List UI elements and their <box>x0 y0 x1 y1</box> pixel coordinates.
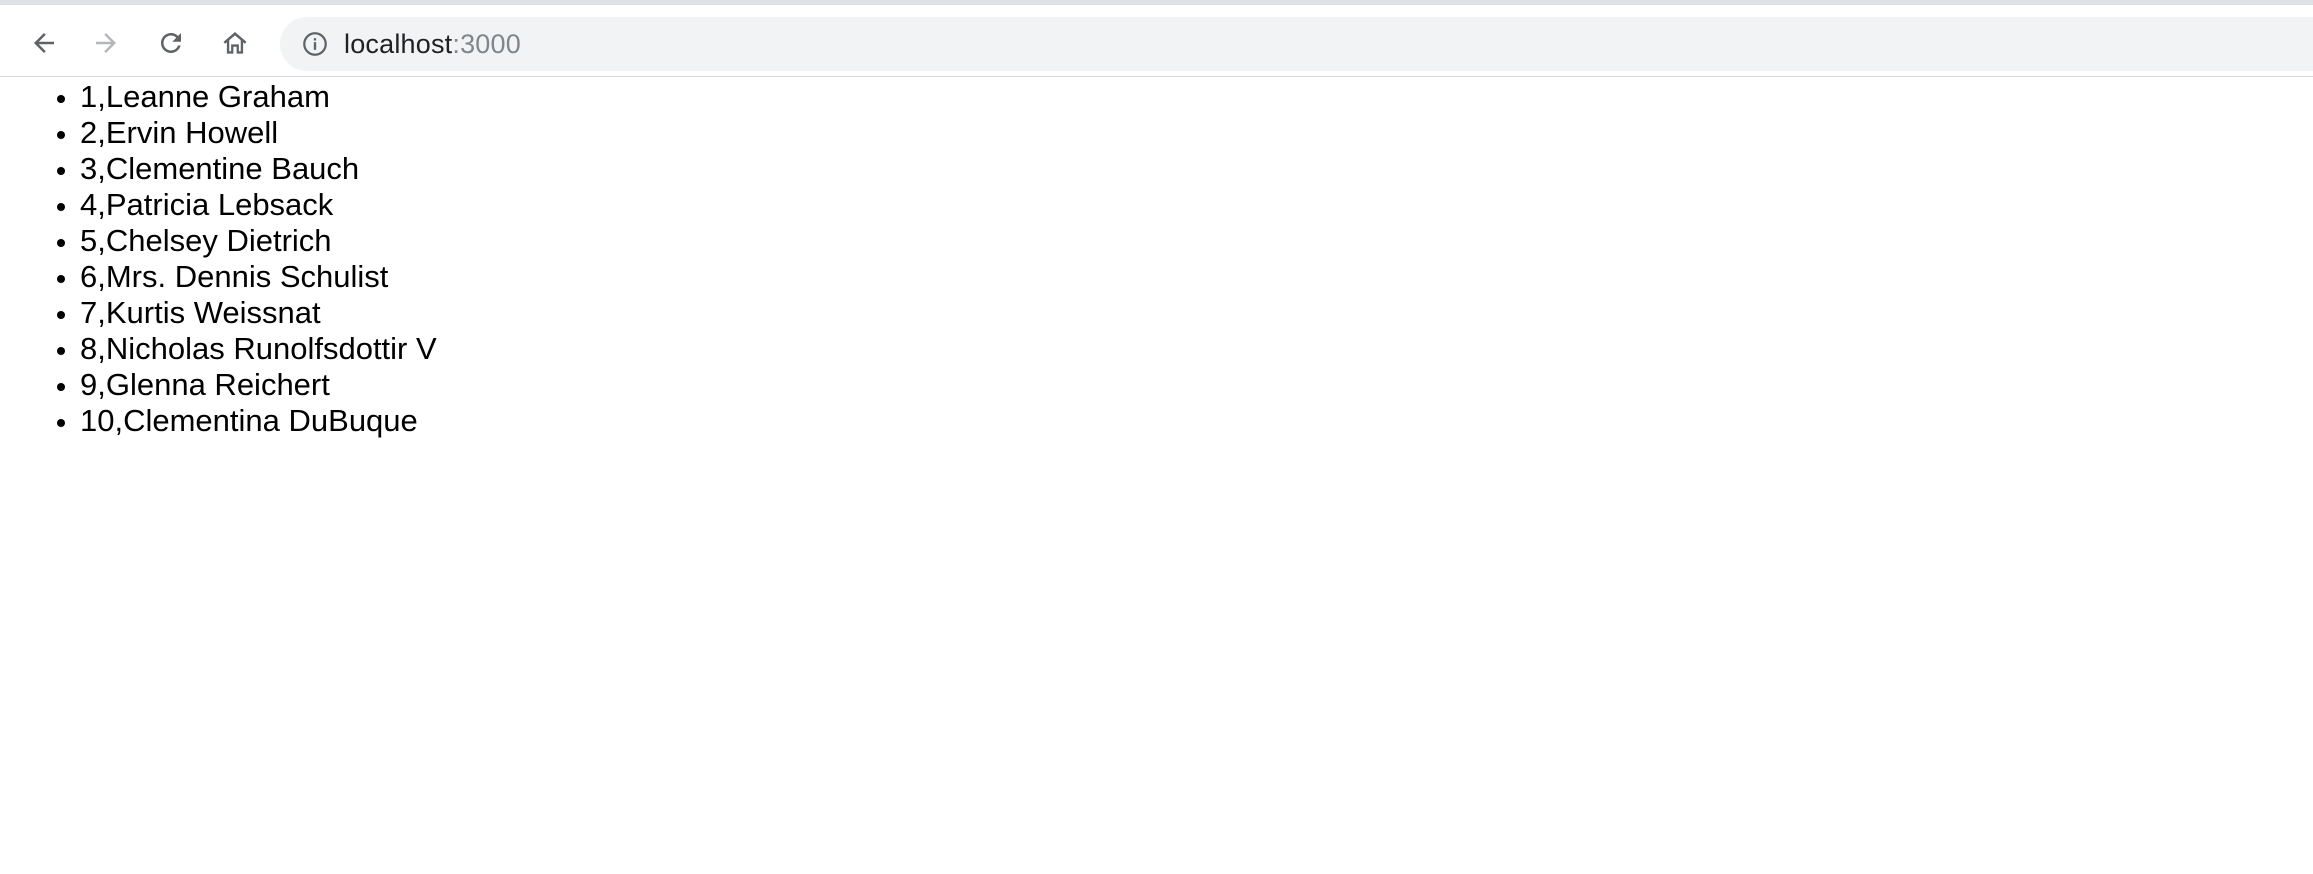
list-item: 9,Glenna Reichert <box>80 367 2313 403</box>
browser-toolbar: localhost:3000 <box>0 5 2313 77</box>
list-item: 3,Clementine Bauch <box>80 151 2313 187</box>
reload-button[interactable] <box>151 23 191 63</box>
list-item: 6,Mrs. Dennis Schulist <box>80 259 2313 295</box>
url-port: :3000 <box>452 28 521 59</box>
list-item: 5,Chelsey Dietrich <box>80 223 2313 259</box>
list-item: 4,Patricia Lebsack <box>80 187 2313 223</box>
list-item: 10,Clementina DuBuque <box>80 403 2313 439</box>
list-item: 1,Leanne Graham <box>80 79 2313 115</box>
list-item: 7,Kurtis Weissnat <box>80 295 2313 331</box>
list-item: 8,Nicholas Runolfsdottir V <box>80 331 2313 367</box>
page-content: 1,Leanne Graham 2,Ervin Howell 3,Clement… <box>0 79 2313 439</box>
home-button[interactable] <box>215 23 255 63</box>
url-text[interactable]: localhost:3000 <box>344 29 521 60</box>
address-bar[interactable]: localhost:3000 <box>280 17 2313 71</box>
reload-icon <box>161 33 181 53</box>
info-icon[interactable] <box>300 29 330 59</box>
back-button[interactable] <box>24 23 64 63</box>
arrow-right-icon <box>96 33 116 53</box>
home-icon <box>223 32 247 54</box>
list-item: 2,Ervin Howell <box>80 115 2313 151</box>
url-host: localhost <box>344 28 453 59</box>
user-list: 1,Leanne Graham 2,Ervin Howell 3,Clement… <box>0 79 2313 439</box>
arrow-left-icon <box>34 33 54 53</box>
forward-button[interactable] <box>86 23 126 63</box>
